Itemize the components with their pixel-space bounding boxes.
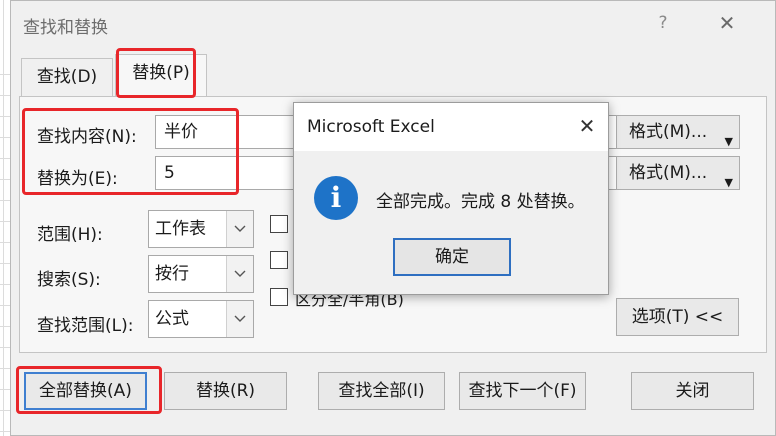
replace-format-label: 格式(M)...: [629, 163, 708, 183]
chevron-down-icon: [226, 256, 253, 292]
find-format-button[interactable]: 格式(M)... ▼: [616, 115, 740, 149]
search-select[interactable]: 按行: [148, 255, 254, 293]
replace-button[interactable]: 替换(R): [164, 372, 287, 410]
match-byte-checkbox[interactable]: [270, 288, 288, 306]
excel-messagebox: Microsoft Excel ✕ i 全部完成。完成 8 处替换。 确定: [293, 102, 609, 295]
highlight-replace-all-button: [16, 366, 162, 414]
chevron-down-icon: ▼: [724, 176, 733, 189]
find-format-label: 格式(M)...: [629, 122, 708, 142]
messagebox-message: 全部完成。完成 8 处替换。: [376, 192, 585, 212]
messagebox-body: i 全部完成。完成 8 处替换。 确定: [294, 151, 608, 294]
dialog-close-button[interactable]: ✕: [711, 11, 743, 35]
options-button[interactable]: 选项(T) <<: [616, 298, 739, 336]
chevron-down-icon: ▼: [724, 135, 733, 148]
tab-find[interactable]: 查找(D): [21, 58, 113, 96]
find-next-button[interactable]: 查找下一个(F): [459, 372, 586, 410]
grid-line: [3, 0, 4, 436]
look-in-label: 查找范围(L):: [37, 316, 134, 336]
messagebox-title: Microsoft Excel: [307, 117, 435, 137]
help-button[interactable]: ?: [651, 11, 675, 35]
match-entire-cell-checkbox[interactable]: [270, 251, 288, 269]
find-all-button[interactable]: 查找全部(I): [318, 372, 445, 410]
close-button[interactable]: 关闭: [631, 372, 754, 410]
within-label: 范围(H):: [37, 225, 103, 245]
within-value: 工作表: [155, 219, 206, 239]
ok-button[interactable]: 确定: [393, 238, 511, 276]
dialog-title: 查找和替换: [23, 18, 108, 38]
replace-format-button[interactable]: 格式(M)... ▼: [616, 156, 740, 190]
search-label: 搜索(S):: [37, 270, 101, 290]
messagebox-close-icon[interactable]: ✕: [574, 113, 600, 139]
look-in-select[interactable]: 公式: [148, 300, 254, 338]
chevron-down-icon: [226, 211, 253, 247]
info-icon: i: [314, 176, 358, 220]
within-select[interactable]: 工作表: [148, 210, 254, 248]
chevron-down-icon: [226, 301, 253, 337]
match-case-checkbox[interactable]: [270, 215, 288, 233]
highlight-find-replace-fields: [22, 108, 239, 195]
highlight-replace-tab: [116, 48, 196, 98]
search-value: 按行: [155, 264, 189, 284]
look-in-value: 公式: [155, 309, 189, 329]
